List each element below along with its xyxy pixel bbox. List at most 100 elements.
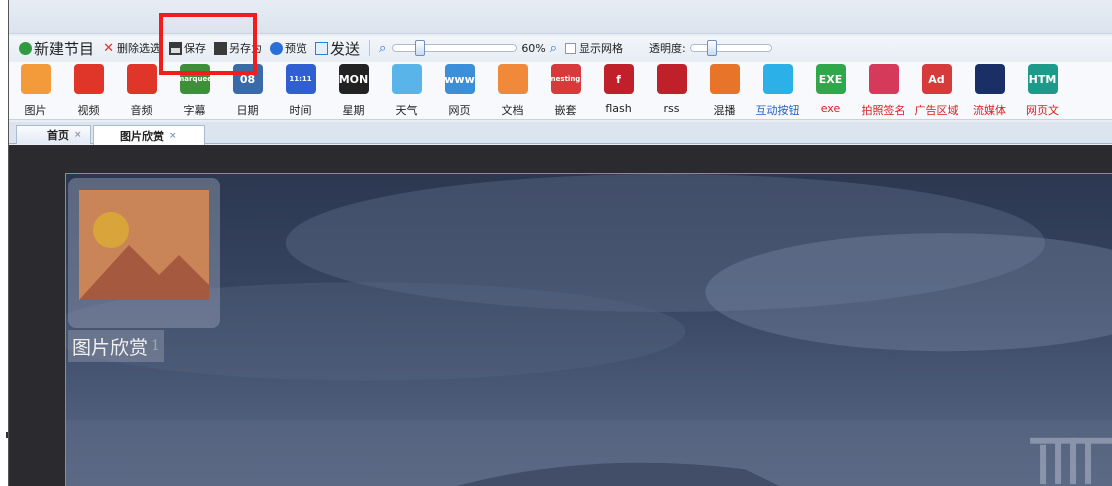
ribbon-clock-button[interactable]: 11:11 时间	[274, 62, 327, 119]
zoom-slider-thumb[interactable]	[415, 40, 426, 56]
streaming-icon	[974, 64, 1005, 94]
picture-widget[interactable]	[68, 178, 220, 328]
play-icon	[270, 41, 284, 55]
send-icon	[315, 41, 329, 55]
floppy-disk-icon	[169, 41, 183, 55]
week-icon: MON	[338, 64, 369, 94]
save-as-icon	[214, 41, 228, 55]
publish-label: 发送	[330, 39, 361, 58]
calendar-icon: 08	[232, 64, 263, 94]
ribbon-item-label: flash	[605, 102, 632, 115]
widget-ribbon: 图片 视频 音频 marquee 字幕 08 日期 11:11 时间 MON 星期 天气 www 网页 文档…	[9, 62, 1112, 120]
document-tab-bar: 首页 × 图片欣赏 ×	[9, 122, 1112, 145]
clock-icon: 11:11	[285, 64, 316, 94]
ribbon-touch-button-button[interactable]: 互动按钮	[751, 62, 804, 119]
ribbon-camera-button[interactable]: 拍照签名	[857, 62, 910, 119]
close-icon[interactable]: ×	[74, 130, 82, 140]
rss-icon	[656, 64, 687, 94]
ribbon-item-label: 视频	[77, 104, 100, 117]
program-canvas[interactable]: 图片欣赏 1	[65, 173, 1112, 486]
opacity-label: 透明度:	[649, 42, 686, 55]
weather-icon	[391, 64, 422, 94]
caption-cursor: 1	[151, 338, 160, 354]
marquee-icon: marquee	[177, 64, 212, 94]
close-icon[interactable]: ×	[169, 131, 177, 141]
preview-label: 预览	[285, 42, 308, 55]
ribbon-item-label: 时间	[289, 104, 312, 117]
show-grid-checkbox[interactable]: 显示网格	[561, 38, 627, 58]
text-widget[interactable]: 图片欣赏 1	[68, 330, 164, 362]
publish-button[interactable]: 发送	[311, 38, 364, 58]
zoom-in-icon[interactable]: ⌕	[550, 38, 561, 58]
ribbon-video-button[interactable]: 视频	[62, 62, 115, 119]
zoom-value: 60%	[521, 41, 546, 55]
ribbon-item-label: 字幕	[183, 104, 206, 117]
ribbon-music-button[interactable]: 音频	[115, 62, 168, 119]
tab-home[interactable]: 首页 ×	[16, 125, 91, 144]
caption-text: 图片欣赏	[72, 336, 149, 359]
save-as-button[interactable]: 另存为	[210, 38, 266, 58]
delete-selected-label: 删除选选	[117, 42, 162, 55]
opacity-slider[interactable]	[689, 40, 772, 56]
opacity-slider-thumb[interactable]	[706, 40, 717, 56]
app-window: 新建节目 ✕ 删除选选 保存 另存为 预览 发送 ⌕ 60% ⌕ 显示网格 透明…	[8, 0, 1112, 486]
ribbon-item-label: 广告区域	[914, 104, 959, 117]
ribbon-rss-button[interactable]: rss	[645, 62, 698, 119]
ribbon-document-button[interactable]: 文档	[486, 62, 539, 119]
ribbon-html-button[interactable]: HTM 网页文	[1016, 62, 1069, 119]
ribbon-item-label: 流媒体	[973, 104, 1006, 117]
ribbon-calendar-button[interactable]: 08 日期	[221, 62, 274, 119]
new-program-label: 新建节目	[34, 39, 95, 58]
camera-icon	[868, 64, 899, 94]
save-label: 保存	[184, 42, 207, 55]
html-icon: HTM	[1027, 64, 1058, 94]
ribbon-item-label: 嵌套	[554, 104, 577, 117]
main-toolbar: 新建节目 ✕ 删除选选 保存 另存为 预览 发送 ⌕ 60% ⌕ 显示网格 透明…	[9, 36, 1112, 60]
picture-icon	[20, 64, 51, 94]
editor-workspace: 图片欣赏 1	[9, 145, 1112, 486]
zoom-out-icon[interactable]: ⌕	[375, 38, 390, 58]
ribbon-exe-button[interactable]: EXE exe	[804, 62, 857, 119]
add-icon	[19, 41, 32, 55]
toolbar-separator	[369, 40, 371, 56]
ribbon-item-label: 混播	[713, 104, 736, 117]
webpage-icon: www	[444, 64, 475, 94]
ribbon-mixed-play-button[interactable]: 混播	[698, 62, 751, 119]
ribbon-ad-button[interactable]: Ad 广告区域	[910, 62, 963, 119]
ribbon-item-label: 网页	[448, 104, 471, 117]
delete-selected-button[interactable]: ✕ 删除选选	[98, 38, 165, 58]
nesting-icon: nesting	[550, 64, 581, 94]
save-button[interactable]: 保存	[165, 38, 210, 58]
ribbon-marquee-button[interactable]: marquee 字幕	[168, 62, 221, 119]
preview-button[interactable]: 预览	[266, 38, 311, 58]
new-program-button[interactable]: 新建节目	[15, 38, 98, 58]
ribbon-item-label: rss	[663, 102, 680, 115]
tab-home-label: 首页	[47, 129, 69, 142]
document-icon	[497, 64, 528, 94]
tab-picture-gallery-label: 图片欣赏	[120, 129, 164, 143]
touch-button-icon	[762, 64, 793, 94]
mixed-play-icon	[709, 64, 740, 94]
ribbon-weather-button[interactable]: 天气	[380, 62, 433, 119]
ribbon-item-label: 图片	[24, 104, 47, 117]
ad-icon: Ad	[921, 64, 952, 94]
ribbon-picture-button[interactable]: 图片	[9, 62, 62, 119]
ribbon-nesting-button[interactable]: nesting 嵌套	[539, 62, 592, 119]
ribbon-week-button[interactable]: MON 星期	[327, 62, 380, 119]
video-icon	[73, 64, 104, 94]
ribbon-item-label: exe	[820, 102, 841, 115]
ribbon-flash-button[interactable]: f flash	[592, 62, 645, 119]
tab-picture-gallery[interactable]: 图片欣赏 ×	[93, 125, 205, 145]
ribbon-streaming-button[interactable]: 流媒体	[963, 62, 1016, 119]
zoom-slider[interactable]	[392, 40, 518, 56]
ribbon-item-label: 互动按钮	[755, 104, 800, 117]
ribbon-webpage-button[interactable]: www 网页	[433, 62, 486, 119]
picture-placeholder-icon	[79, 190, 209, 300]
left-edge-mark	[6, 432, 8, 438]
ribbon-item-label: 天气	[395, 104, 418, 117]
delete-icon: ✕	[103, 40, 114, 56]
checkbox-icon	[565, 42, 577, 54]
background-image	[66, 174, 1112, 486]
title-bar	[9, 0, 1112, 34]
exe-icon: EXE	[815, 64, 846, 94]
